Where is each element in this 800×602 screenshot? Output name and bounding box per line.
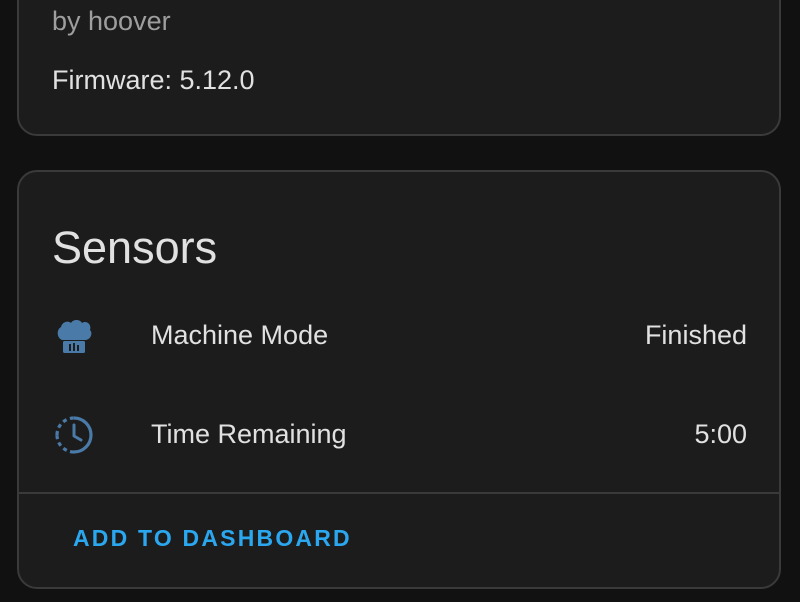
sensor-name: Time Remaining xyxy=(151,419,347,449)
firmware-label: Firmware: 5.12.0 xyxy=(52,65,255,95)
card-divider xyxy=(19,492,779,494)
sensor-name: Machine Mode xyxy=(151,320,329,350)
chef-hat-icon xyxy=(57,320,92,353)
manufacturer-label: by hoover xyxy=(52,6,171,36)
sensor-value: Finished xyxy=(644,320,747,350)
device-info-card: by hoover Firmware: 5.12.0 xyxy=(17,0,781,136)
sensor-row-time-remaining[interactable]: Time Remaining 5:00 xyxy=(19,405,779,465)
timer-clock-icon xyxy=(55,416,93,454)
sensor-value: 5:00 xyxy=(694,419,747,449)
sensor-row-machine-mode[interactable]: Machine Mode Finished xyxy=(19,306,779,366)
card-title: Sensors xyxy=(52,222,218,273)
sensors-card: Sensors Machine Mode Finished Time Remai… xyxy=(17,170,781,589)
add-to-dashboard-button[interactable]: ADD TO DASHBOARD xyxy=(63,517,362,560)
